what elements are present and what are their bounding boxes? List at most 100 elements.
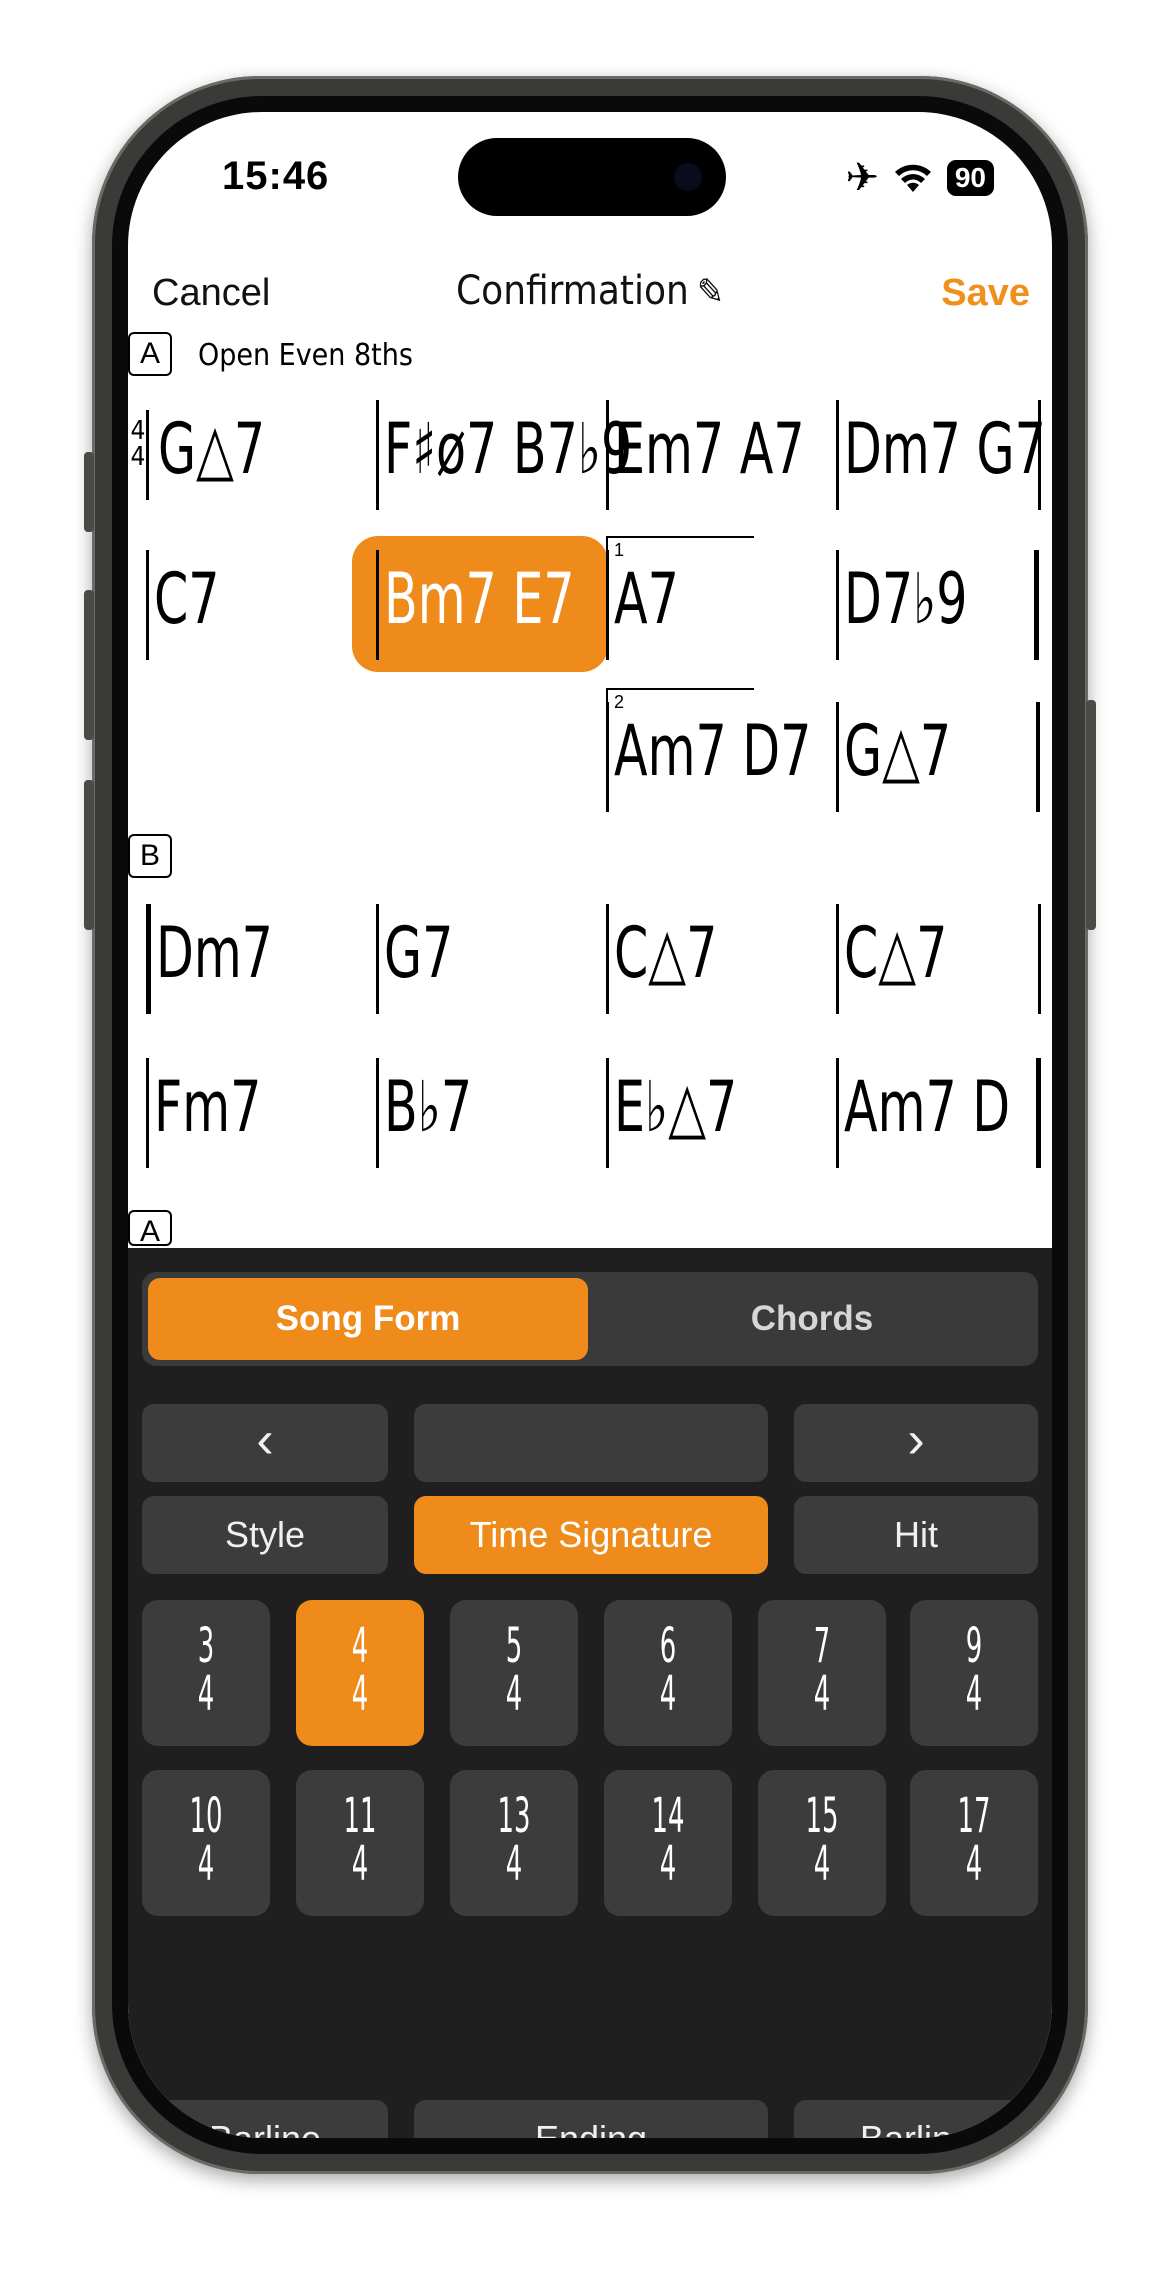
chord[interactable]: Am7 D7 [614, 716, 811, 786]
repeat-end-bracket [1034, 550, 1039, 660]
chord[interactable]: Dm7 [156, 918, 273, 988]
ts-top: 6 [659, 1618, 677, 1674]
ts-top: 9 [965, 1618, 983, 1674]
time-signature-bottom: 4 [130, 442, 146, 472]
ts-bottom: 4 [813, 1836, 831, 1892]
chord[interactable]: Am7 D [844, 1072, 1010, 1142]
previous-button[interactable]: ‹ [142, 1404, 388, 1482]
barline [1036, 702, 1040, 812]
ts-bottom: 4 [659, 1666, 677, 1722]
save-button[interactable]: Save [941, 272, 1030, 315]
time-signature-key[interactable]: 14 4 [604, 1770, 732, 1916]
nav-bar: Cancel Confirmation ✎ Save [128, 252, 1052, 332]
volume-down-button [84, 780, 94, 930]
time-signature-key[interactable]: 54 [450, 1600, 578, 1746]
time-signature-key[interactable]: 11 4 [296, 1770, 424, 1916]
wifi-icon [894, 164, 931, 192]
pencil-icon: ✎ [696, 272, 724, 313]
chord[interactable]: B♭7 [384, 1072, 472, 1142]
dynamic-island [458, 138, 726, 216]
ts-bottom: 4 [197, 1666, 215, 1722]
measure-row-4: Dm7 G7 C△7 C△7 [128, 904, 1052, 1014]
barline [1038, 904, 1041, 1014]
ts-bottom: 4 [197, 1836, 215, 1892]
ts-top: 15 [805, 1788, 839, 1844]
section-marker-a2: A [128, 1210, 172, 1248]
tab-chords[interactable]: Chords [592, 1278, 1032, 1360]
measure-row-2: C7 Bm7 E7 1 A7 D7♭9 [128, 536, 1052, 672]
chord[interactable]: F♯ø7 B7♭9 [384, 414, 632, 484]
barline [1036, 1058, 1041, 1168]
barline [606, 400, 609, 510]
chord-chart[interactable]: A Open Even 8ths 4 4 G△7 F♯ø7 B7♭9 Em7 A… [128, 332, 1052, 1362]
barline [836, 904, 839, 1014]
barline-button-left[interactable]: Barline [142, 2100, 388, 2138]
next-button[interactable]: › [794, 1404, 1038, 1482]
time-signature-key[interactable]: 17 4 [910, 1770, 1038, 1916]
chord[interactable]: Dm7 G7 [844, 414, 1046, 484]
time-signature-key[interactable]: 64 [604, 1600, 732, 1746]
chord[interactable]: D7♭9 [844, 564, 967, 634]
time-signature-key[interactable]: 10 4 [142, 1770, 270, 1916]
chord[interactable]: C△7 [844, 918, 947, 988]
time-signature-top: 4 [130, 416, 146, 446]
time-signature-key[interactable]: 74 [758, 1600, 886, 1746]
ts-top: 10 [189, 1788, 223, 1844]
status-icons: ✈ 90 [845, 158, 994, 198]
hit-button[interactable]: Hit [794, 1496, 1038, 1574]
barline [376, 904, 379, 1014]
chord[interactable]: G△7 [158, 414, 265, 484]
barline [606, 904, 609, 1014]
volume-up-button [84, 590, 94, 740]
chord-selected[interactable]: Bm7 E7 [384, 564, 575, 634]
section-marker-b: B [128, 834, 172, 878]
screen: 15:46 ✈ 90 Cancel Confirmation ✎ Save A O… [128, 112, 1052, 2138]
style-button[interactable]: Style [142, 1496, 388, 1574]
chord[interactable]: C7 [154, 564, 220, 634]
chevron-right-icon: › [907, 1411, 925, 1469]
mode-segmented-control: Song Form Chords [142, 1272, 1038, 1366]
song-title[interactable]: Confirmation ✎ [128, 268, 1052, 314]
ts-bottom: 4 [351, 1836, 369, 1892]
barline [376, 1058, 379, 1168]
ts-bottom: 4 [505, 1666, 523, 1722]
chord[interactable]: A7 [614, 564, 679, 634]
battery-icon: 90 [946, 160, 994, 196]
time-signature-key[interactable]: 13 4 [450, 1770, 578, 1916]
barline [376, 400, 379, 510]
time-signature-key[interactable]: 15 4 [758, 1770, 886, 1916]
chevron-left-icon: ‹ [256, 1411, 274, 1469]
ts-bottom: 4 [351, 1666, 369, 1722]
chord[interactable]: G7 [384, 918, 453, 988]
time-signature-key[interactable]: 34 [142, 1600, 270, 1746]
barline [146, 1058, 149, 1168]
ts-top: 17 [957, 1788, 991, 1844]
time-signature-mark: 4 4 [130, 418, 146, 470]
barline [606, 1058, 609, 1168]
barline [376, 550, 379, 660]
time-signature-button[interactable]: Time Signature [414, 1496, 768, 1574]
measure-row-3: 2 Am7 D7 G△7 [128, 688, 1052, 812]
editor-panel: Song Form Chords ‹ › Style Time Signatur… [128, 1248, 1052, 2138]
barline [836, 702, 839, 812]
time-signature-key[interactable]: 94 [910, 1600, 1038, 1746]
ts-bottom: 4 [965, 1666, 983, 1722]
action-button [84, 452, 94, 532]
chord[interactable]: E♭△7 [614, 1072, 737, 1142]
ts-top: 7 [813, 1618, 831, 1674]
ts-top: 13 [497, 1788, 531, 1844]
chord[interactable]: G△7 [844, 716, 951, 786]
chord[interactable]: Em7 A7 [614, 414, 805, 484]
ts-bottom: 4 [965, 1836, 983, 1892]
tab-song-form[interactable]: Song Form [148, 1278, 588, 1360]
barline-button-right[interactable]: Barline [794, 2100, 1038, 2138]
barline [836, 550, 839, 660]
barline [146, 550, 149, 660]
chord[interactable]: Fm7 [154, 1072, 261, 1142]
measure-row-1: 4 4 G△7 F♯ø7 B7♭9 Em7 A7 Dm7 G7 [128, 400, 1052, 510]
ts-top: 11 [343, 1788, 377, 1844]
ending-button[interactable]: Ending [414, 2100, 768, 2138]
chord[interactable]: C△7 [614, 918, 717, 988]
center-button-disabled [414, 1404, 768, 1482]
time-signature-key-selected[interactable]: 44 [296, 1600, 424, 1746]
